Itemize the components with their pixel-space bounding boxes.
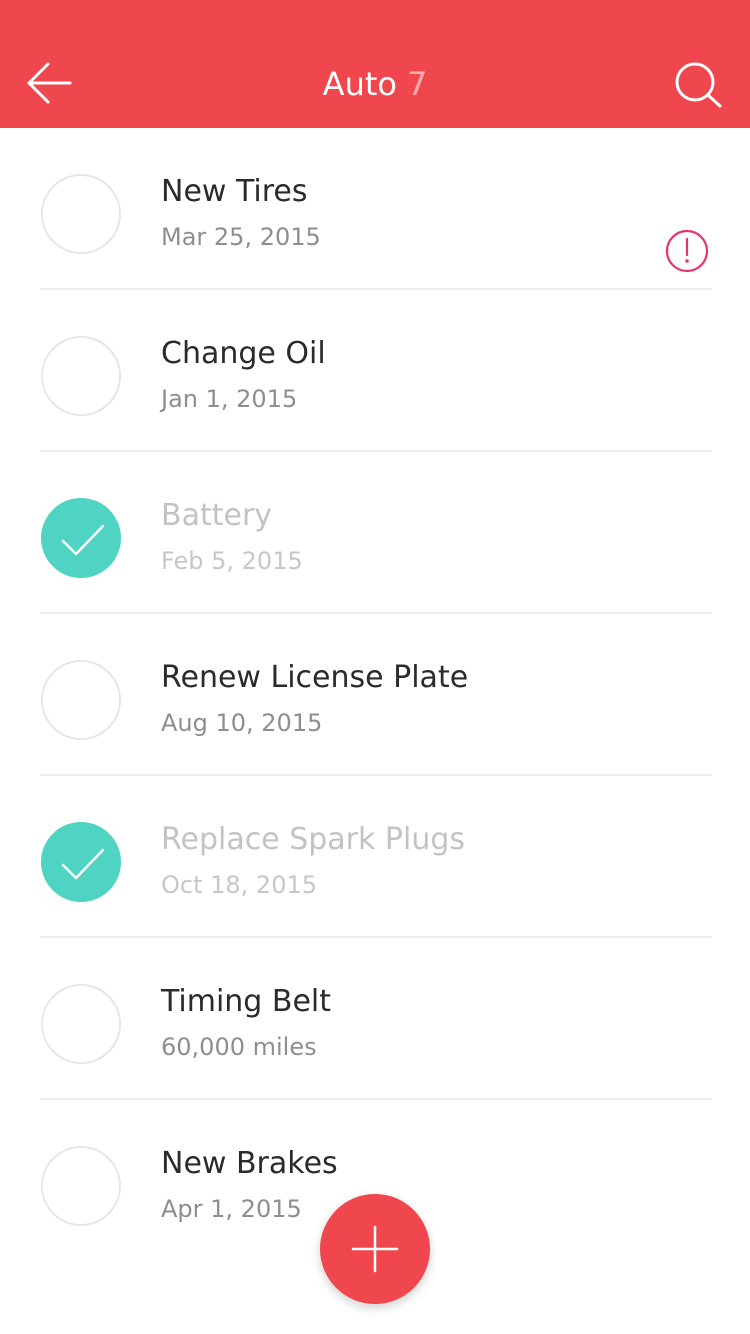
checkbox[interactable] (41, 660, 121, 740)
checkmark-icon (61, 524, 105, 556)
checkmark-icon (61, 848, 105, 880)
task-list: New Tires Mar 25, 2015 Change Oil Jan 1,… (0, 128, 750, 1262)
app-header: Auto 7 (0, 0, 750, 128)
list-item[interactable]: Change Oil Jan 1, 2015 (0, 290, 750, 452)
item-date: Mar 25, 2015 (161, 223, 321, 251)
alert-icon[interactable] (664, 228, 710, 274)
item-title: Renew License Plate (161, 660, 469, 695)
item-count: 7 (406, 65, 428, 103)
item-date: Aug 10, 2015 (161, 709, 323, 737)
item-date: 60,000 miles (161, 1033, 317, 1061)
plus-icon (351, 1225, 399, 1273)
checkbox[interactable] (41, 984, 121, 1064)
checkbox[interactable] (41, 1146, 121, 1226)
item-title: Replace Spark Plugs (161, 822, 466, 857)
item-date: Apr 1, 2015 (161, 1195, 302, 1223)
item-title: Timing Belt (161, 984, 332, 1019)
list-item[interactable]: Battery Feb 5, 2015 (0, 452, 750, 614)
item-title: Change Oil (161, 336, 326, 371)
item-title: New Brakes (161, 1146, 338, 1181)
checkbox[interactable] (41, 174, 121, 254)
item-title: Battery (161, 498, 273, 533)
search-icon (675, 62, 722, 108)
item-date: Jan 1, 2015 (161, 385, 298, 413)
item-date: Oct 18, 2015 (161, 871, 317, 899)
checkbox[interactable] (41, 336, 121, 416)
list-item[interactable]: New Tires Mar 25, 2015 (0, 128, 750, 290)
item-title: New Tires (161, 174, 308, 209)
list-item[interactable]: Renew License Plate Aug 10, 2015 (0, 614, 750, 776)
checkbox-checked[interactable] (41, 498, 121, 578)
search-button[interactable] (664, 54, 730, 114)
item-date: Feb 5, 2015 (161, 547, 303, 575)
page-title: Auto 7 (0, 56, 750, 112)
list-item[interactable]: Timing Belt 60,000 miles (0, 938, 750, 1100)
checkbox-checked[interactable] (41, 822, 121, 902)
add-task-button[interactable] (320, 1194, 430, 1304)
list-item[interactable]: Replace Spark Plugs Oct 18, 2015 (0, 776, 750, 938)
page-title-text: Auto (322, 65, 397, 103)
